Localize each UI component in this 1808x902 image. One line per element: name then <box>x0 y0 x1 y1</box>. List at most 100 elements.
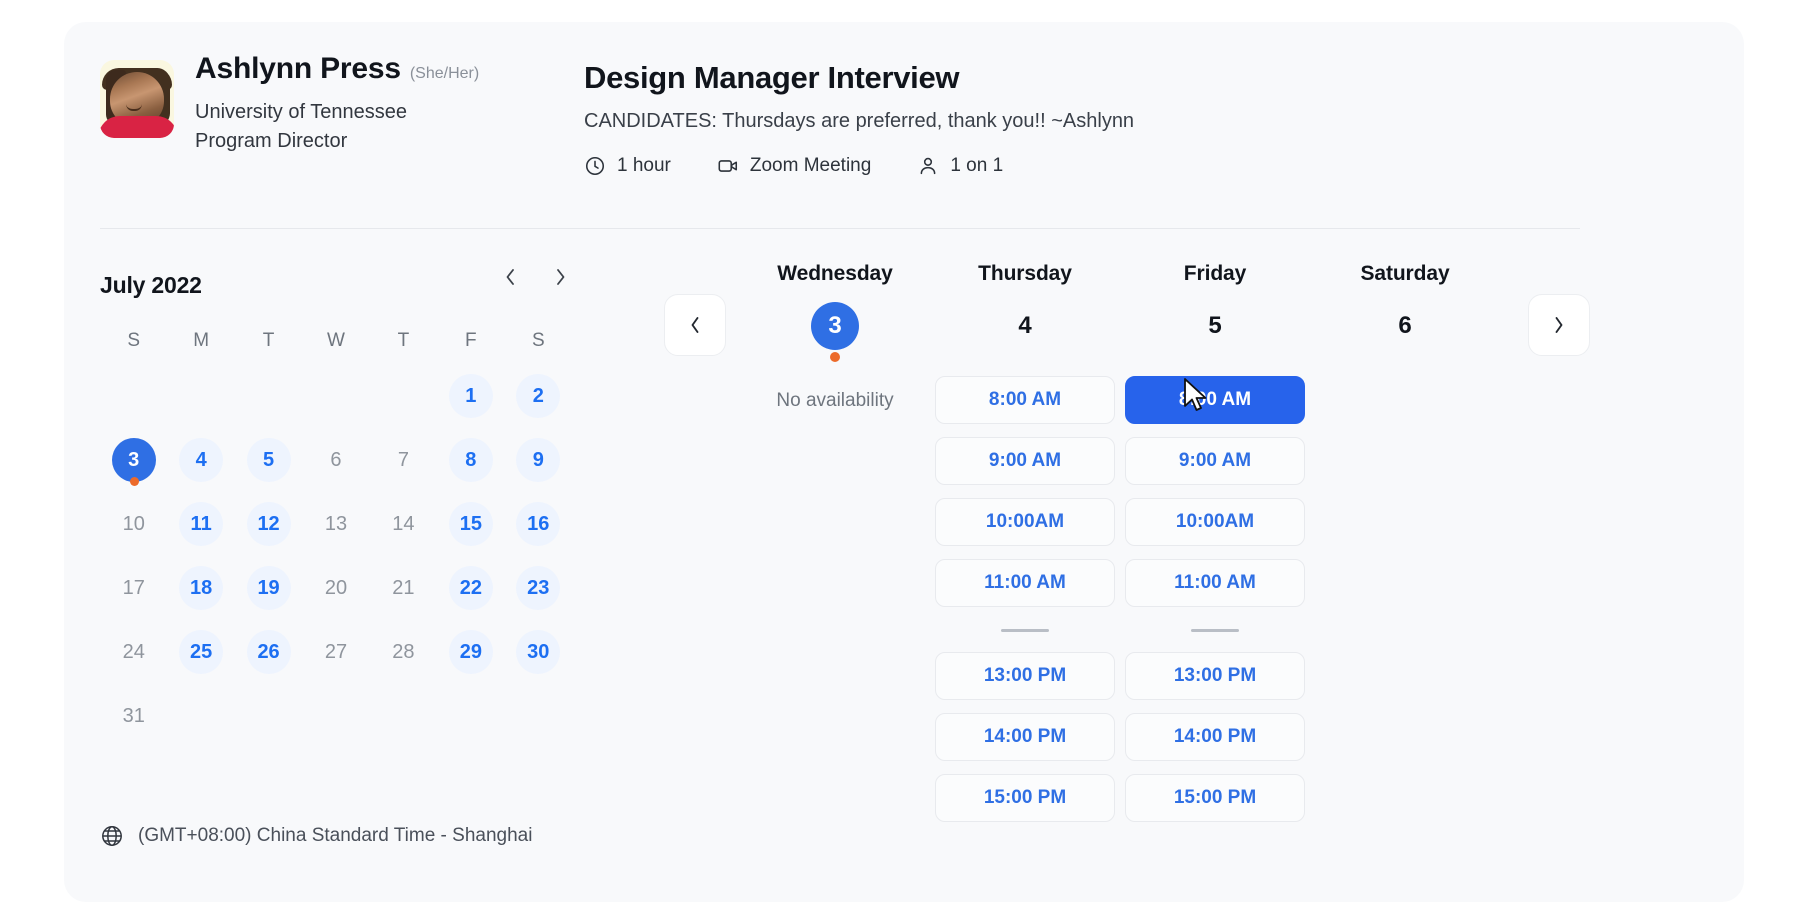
calendar-day-cell: 16 <box>505 498 572 550</box>
chevron-left-icon <box>504 267 517 287</box>
header-divider <box>100 228 1580 229</box>
calendar-day-cell: 1 <box>437 370 504 422</box>
calendar-day-26[interactable]: 26 <box>247 630 291 674</box>
event-note: CANDIDATES: Thursdays are preferred, tha… <box>584 110 1484 133</box>
calendar-header: July 2022 <box>100 262 572 308</box>
calendar-day-7: 7 <box>381 438 425 482</box>
calendar-month-label: July 2022 <box>100 272 202 299</box>
timezone-selector[interactable]: (GMT+08:00) China Standard Time - Shangh… <box>100 822 540 851</box>
calendar-weekday-header: M <box>167 324 234 358</box>
chevron-right-icon <box>1552 314 1566 336</box>
calendar-day-30[interactable]: 30 <box>516 630 560 674</box>
calendar-day-cell: 19 <box>235 562 302 614</box>
calendar-day-25[interactable]: 25 <box>179 630 223 674</box>
calendar-day-17: 17 <box>112 566 156 610</box>
day-column-number[interactable]: 5 <box>1208 312 1221 340</box>
calendar-day-21: 21 <box>381 566 425 610</box>
time-slot-button[interactable]: 8:00 AM <box>1125 376 1305 424</box>
calendar-day-19[interactable]: 19 <box>247 566 291 610</box>
calendar-weekday-header: T <box>235 324 302 358</box>
calendar-day-16[interactable]: 16 <box>516 502 560 546</box>
calendar-day-15[interactable]: 15 <box>449 502 493 546</box>
day-column-number-wrap: 3 <box>740 298 930 354</box>
scheduling-page: Ashlynn Press (She/Her) University of Te… <box>0 0 1808 890</box>
day-column-number[interactable]: 6 <box>1398 312 1411 340</box>
calendar-next-month-button[interactable] <box>548 264 572 290</box>
calendar-nav <box>498 264 572 290</box>
day-column-body: No availability <box>740 376 930 412</box>
calendar-day-20: 20 <box>314 566 358 610</box>
time-slot-button[interactable]: 9:00 AM <box>1125 437 1305 485</box>
time-slot-button[interactable]: 8:00 AM <box>935 376 1115 424</box>
calendar-day-cell: 12 <box>235 498 302 550</box>
calendar-day-13: 13 <box>314 502 358 546</box>
calendar-day-1[interactable]: 1 <box>449 374 493 418</box>
time-slot-button[interactable]: 10:00AM <box>1125 498 1305 546</box>
calendar-prev-month-button[interactable] <box>498 264 522 290</box>
time-slot-button[interactable]: 11:00 AM <box>1125 559 1305 607</box>
day-column-name: Saturday <box>1310 262 1500 286</box>
next-week-button[interactable] <box>1528 294 1590 356</box>
host-text: Ashlynn Press (She/Her) University of Te… <box>195 54 479 156</box>
day-column-number[interactable]: 3 <box>811 302 859 350</box>
time-slot-button[interactable]: 9:00 AM <box>935 437 1115 485</box>
calendar-day-12[interactable]: 12 <box>247 502 291 546</box>
calendar-day-cell: 30 <box>505 626 572 678</box>
day-column-friday: Friday58:00 AM9:00 AM10:00AM11:00 AM13:0… <box>1120 262 1310 822</box>
calendar-day-23[interactable]: 23 <box>516 566 560 610</box>
calendar-day-cell: 6 <box>302 434 369 486</box>
day-column-wednesday: Wednesday3No availability <box>740 262 930 822</box>
calendar-day-cell: 4 <box>167 434 234 486</box>
meta-duration-label: 1 hour <box>617 155 671 177</box>
calendar-day-22[interactable]: 22 <box>449 566 493 610</box>
calendar-day-3[interactable]: 3 <box>112 438 156 482</box>
calendar-day-cell: 3 <box>100 434 167 486</box>
time-slot-button[interactable]: 14:00 PM <box>935 713 1115 761</box>
calendar-day-cell: 14 <box>370 498 437 550</box>
calendar-blank-cell <box>235 370 302 422</box>
time-slot-button[interactable]: 15:00 PM <box>1125 774 1305 822</box>
day-column-name: Thursday <box>930 262 1120 286</box>
calendar-day-29[interactable]: 29 <box>449 630 493 674</box>
calendar-day-8[interactable]: 8 <box>449 438 493 482</box>
booking-card: Ashlynn Press (She/Her) University of Te… <box>64 22 1744 902</box>
time-slot-button[interactable]: 13:00 PM <box>935 652 1115 700</box>
event-meta-row: 1 hour Zoom Meeting <box>584 155 1484 177</box>
globe-icon <box>100 824 124 848</box>
availability-panel: Wednesday3No availabilityThursday48:00 A… <box>664 262 1744 902</box>
calendar-day-11[interactable]: 11 <box>179 502 223 546</box>
calendar-day-5[interactable]: 5 <box>247 438 291 482</box>
slot-group-separator <box>1001 629 1049 632</box>
calendar-day-9[interactable]: 9 <box>516 438 560 482</box>
calendar-day-2[interactable]: 2 <box>516 374 560 418</box>
calendar-day-cell: 18 <box>167 562 234 614</box>
time-slot-button[interactable]: 13:00 PM <box>1125 652 1305 700</box>
day-column-thursday: Thursday 4 8:00 AM 9:00 AM 10:00AM 11:00 AM 13… <box>930 262 1120 822</box>
calendar-day-cell: 25 <box>167 626 234 678</box>
calendar-day-4[interactable]: 4 <box>179 438 223 482</box>
day-column-saturday: Saturday 6 <box>1310 262 1500 822</box>
calendar-day-cell: 15 <box>437 498 504 550</box>
calendar-day-cell: 24 <box>100 626 167 678</box>
event-title: Design Manager Interview <box>584 60 1484 96</box>
calendar-weekday-header: W <box>302 324 369 358</box>
time-slot-button[interactable]: 11:00 AM <box>935 559 1115 607</box>
avatar <box>100 60 174 138</box>
previous-week-button[interactable] <box>664 294 726 356</box>
time-slot-button[interactable]: 15:00 PM <box>935 774 1115 822</box>
timezone-label: (GMT+08:00) China Standard Time - Shangh… <box>138 822 532 851</box>
calendar-day-cell: 20 <box>302 562 369 614</box>
calendar-day-cell: 11 <box>167 498 234 550</box>
event-header: Ashlynn Press (She/Her) University of Te… <box>64 22 1744 246</box>
host-organization: University of Tennessee <box>195 98 479 127</box>
event-block: Design Manager Interview CANDIDATES: Thu… <box>584 60 1484 177</box>
time-slot-button[interactable]: 10:00AM <box>935 498 1115 546</box>
day-column-number[interactable]: 4 <box>1018 312 1031 340</box>
meta-duration: 1 hour <box>584 155 671 177</box>
calendar-day-18[interactable]: 18 <box>179 566 223 610</box>
calendar-weekday-header: T <box>370 324 437 358</box>
time-slot-button[interactable]: 14:00 PM <box>1125 713 1305 761</box>
host-role: Program Director <box>195 127 479 156</box>
calendar-day-cell: 26 <box>235 626 302 678</box>
day-columns: Wednesday3No availabilityThursday48:00 A… <box>740 262 1500 822</box>
